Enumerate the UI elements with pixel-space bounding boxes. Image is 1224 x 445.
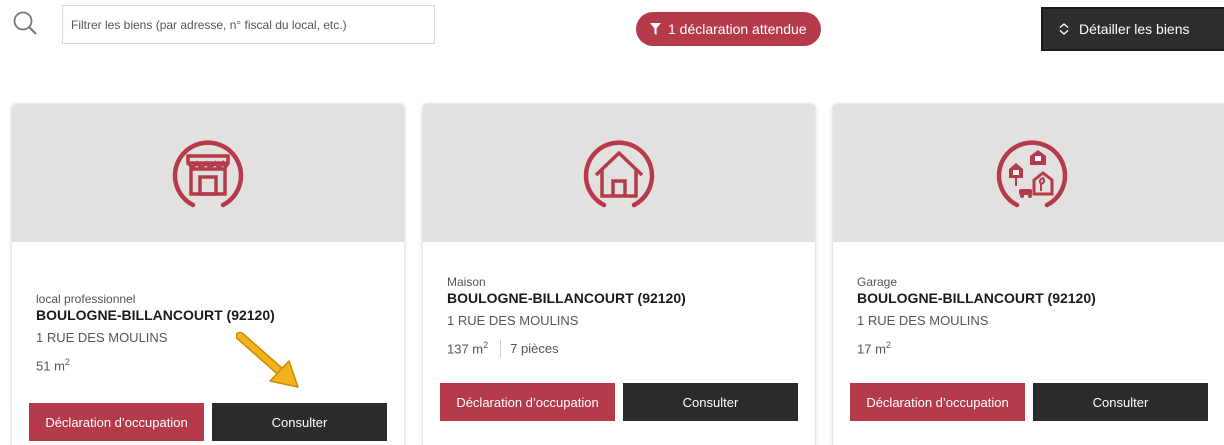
property-city: BOULOGNE-BILLANCOURT (92120) (447, 290, 686, 306)
house-icon (583, 140, 655, 208)
property-meta: 51 m2 (36, 357, 404, 373)
property-address: 1 RUE DES MOULINS (36, 330, 168, 345)
card-actions: Déclaration d’occupation Consulter (440, 383, 798, 421)
property-type: Garage (857, 275, 898, 289)
card-info: Maison BOULOGNE-BILLANCOURT (92120) 1 RU… (447, 275, 815, 357)
detail-button-label: Détailler les biens (1079, 21, 1190, 37)
card-header (423, 104, 815, 242)
card-info: Garage BOULOGNE-BILLANCOURT (92120) 1 RU… (857, 275, 1224, 356)
card-actions: Déclaration d’occupation Consulter (29, 403, 387, 441)
property-card: Maison BOULOGNE-BILLANCOURT (92120) 1 RU… (422, 103, 816, 445)
property-rooms: 7 pièces (510, 341, 559, 356)
property-surface: 51 m2 (36, 357, 70, 374)
card-info: local professionnel BOULOGNE-BILLANCOURT… (36, 292, 404, 373)
property-meta: 137 m2 7 pièces (447, 340, 815, 357)
card-actions: Déclaration d’occupation Consulter (850, 383, 1208, 421)
property-surface: 17 m2 (857, 340, 891, 357)
declaration-button[interactable]: Déclaration d’occupation (29, 403, 204, 441)
property-address: 1 RUE DES MOULINS (447, 313, 579, 328)
filter-icon (650, 23, 661, 35)
declaration-button[interactable]: Déclaration d’occupation (850, 383, 1025, 421)
search-input[interactable] (62, 5, 435, 44)
property-city: BOULOGNE-BILLANCOURT (92120) (857, 290, 1096, 306)
arrow-annotation-icon (236, 332, 299, 388)
property-type: Maison (447, 275, 486, 289)
property-type: local professionnel (36, 292, 136, 306)
declaration-button[interactable]: Déclaration d’occupation (440, 383, 615, 421)
consult-button[interactable]: Consulter (623, 383, 798, 421)
property-city: BOULOGNE-BILLANCOURT (92120) (36, 307, 275, 323)
consult-button[interactable]: Consulter (212, 403, 387, 441)
property-card: local professionnel BOULOGNE-BILLANCOURT… (11, 103, 405, 445)
pending-declaration-filter-button[interactable]: 1 déclaration attendue (636, 12, 821, 46)
search-icon[interactable] (12, 10, 38, 36)
garage-icon (996, 140, 1068, 208)
property-address: 1 RUE DES MOULINS (857, 313, 989, 328)
card-header (833, 104, 1224, 242)
expand-icon (1059, 23, 1069, 35)
meta-divider (500, 340, 502, 357)
filter-badge-label: 1 déclaration attendue (668, 21, 807, 37)
property-surface: 137 m2 (447, 340, 489, 357)
property-meta: 17 m2 (857, 340, 1224, 356)
property-card: Garage BOULOGNE-BILLANCOURT (92120) 1 RU… (832, 103, 1224, 445)
card-header (12, 104, 404, 242)
detail-properties-button[interactable]: Détailler les biens (1041, 7, 1224, 51)
shop-icon (172, 140, 244, 208)
consult-button[interactable]: Consulter (1033, 383, 1208, 421)
